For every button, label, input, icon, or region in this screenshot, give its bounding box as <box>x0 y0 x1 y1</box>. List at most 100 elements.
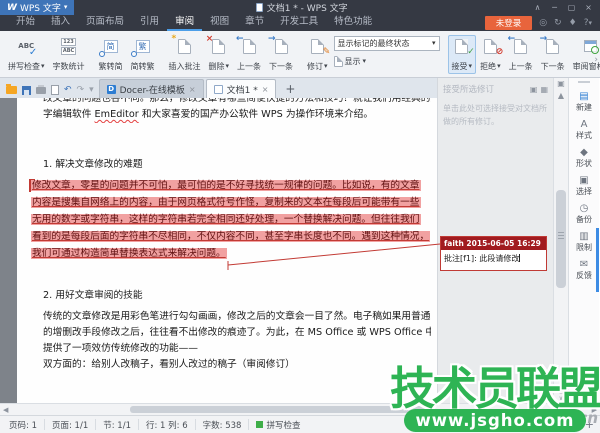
trad-to-simp-button[interactable]: 简 繁转简 <box>95 35 127 74</box>
close-tab-icon[interactable]: × <box>189 85 196 94</box>
sidebar-item[interactable]: ◷ 备份 <box>576 203 592 225</box>
maximize-button[interactable]: ▢ <box>563 0 580 15</box>
ribbon-expand-icon[interactable]: › <box>594 55 598 65</box>
menu-tab[interactable]: 视图 <box>202 15 237 31</box>
menu-tab[interactable]: 开发工具 <box>272 15 326 31</box>
previous-revision-button[interactable]: ← 上一条 <box>505 35 537 74</box>
tracked-change-line: 修改文章，零星的问题并不可怕，最可怕的是不好寻找统一规律的问题。比如说，有的文章 <box>31 177 437 194</box>
pane-view-icon[interactable]: ▦ <box>540 85 548 94</box>
scroll-right-icon[interactable]: ▶ <box>592 405 597 415</box>
menubar-right: 未登录 ◎ ↻ ♦ ?▾ <box>485 16 600 30</box>
sidebar-item[interactable]: ▤ 新建 <box>576 91 592 113</box>
status-line-column: 行: 1 列: 6 <box>139 419 196 430</box>
tracked-change-line: 我们可通过构造简单替换表达式来解决问题。 <box>31 245 437 262</box>
next-page-icon[interactable]: ∨ <box>559 395 563 402</box>
comment-balloon[interactable]: faith 2015-06-05 16:29 批注[f1]: 此段请修改 <box>440 236 547 271</box>
status-page-ratio: 页面: 1/1 <box>45 419 96 430</box>
new-tab-button[interactable]: + <box>278 82 302 98</box>
sidebar-collapse-handle[interactable] <box>578 81 590 83</box>
next-comment-icon: → <box>272 37 290 55</box>
menu-tabs: 开始插入页面布局引用审阅视图章节开发工具特色功能 <box>8 15 380 31</box>
sidebar-item-icon: ▥ <box>579 231 588 243</box>
spellcheck-status-icon <box>256 421 263 428</box>
sidebar-item-label: 选择 <box>576 187 592 197</box>
next-revision-button[interactable]: → 下一条 <box>537 35 569 74</box>
tab-docer-templates[interactable]: D Docer-在线模板 × <box>99 79 204 98</box>
skin-icon[interactable]: ♦ <box>569 19 577 28</box>
chevron-down-icon: ▾ <box>64 4 68 11</box>
tracked-change-block: 修改文章，零星的问题并不可怕，最可怕的是不好寻找统一规律的问题。比如说，有的文章… <box>31 177 437 262</box>
tracked-change-line: 看到的是每段后面的字符串不尽相同，不仅内容不同，甚至字串长度也不同。遇到这种情况… <box>31 228 437 245</box>
scroll-left-icon[interactable]: ◀ <box>3 405 8 415</box>
simp-to-trad-button[interactable]: 繁 简转繁 <box>127 35 159 74</box>
menu-tab[interactable]: 章节 <box>237 15 272 31</box>
print-icon[interactable] <box>36 87 46 94</box>
tab-document1[interactable]: 文档1 * × <box>206 79 277 98</box>
login-button[interactable]: 未登录 <box>485 16 533 30</box>
menu-tab[interactable]: 引用 <box>132 15 167 31</box>
vertical-scrollbar[interactable]: ▣ ▲ ▼ ∧ ○ ∨ <box>553 78 568 403</box>
undo-icon[interactable]: ↶ <box>64 86 72 95</box>
titlebar: W WPS 文字 ▾ 文档1 * - WPS 文字 ∧ ─ ▢ × <box>0 0 600 15</box>
menu-tab[interactable]: 审阅 <box>167 15 202 31</box>
help-icon[interactable]: ?▾ <box>584 19 592 28</box>
docer-icon: D <box>107 85 116 94</box>
horizontal-scrollbar[interactable]: ◀ ▶ <box>0 403 600 415</box>
pane-select-icon[interactable]: ▣ <box>530 85 538 94</box>
comment-text[interactable]: 批注[f1]: 此段请修改 <box>441 250 546 270</box>
insert-comment-button[interactable]: * 插入批注 <box>165 35 205 74</box>
close-tab-icon[interactable]: × <box>262 85 269 94</box>
document-page[interactable]: 改文章的问题也各不同。那么，修改文章有哪些简便快捷的方法和技巧？就让我们用经典的… <box>17 98 437 403</box>
message-icon[interactable]: ◎ <box>539 19 547 28</box>
update-icon[interactable]: ↻ <box>554 19 562 28</box>
spellcheck-button[interactable]: ABC✓ 拼写检查▾ <box>4 35 49 74</box>
status-spellcheck[interactable]: 拼写检查 <box>249 419 307 430</box>
browse-object-icon[interactable]: ○ <box>558 388 563 395</box>
sidebar-item-icon: A <box>581 119 588 131</box>
previous-comment-button[interactable]: ← 上一条 <box>233 35 265 74</box>
delete-comment-button[interactable]: × 删除▾ <box>205 35 234 74</box>
word-count-button[interactable]: 123ABC 字数统计 <box>49 35 89 74</box>
next-comment-button[interactable]: → 下一条 <box>265 35 297 74</box>
show-markup-icon <box>334 56 343 67</box>
open-file-icon[interactable] <box>6 86 17 94</box>
menu-tab[interactable]: 页面布局 <box>78 15 132 31</box>
reject-revision-button[interactable]: ⊘ 拒绝▾ <box>476 35 505 74</box>
qat-dropdown-icon[interactable]: ▾ <box>89 86 94 95</box>
paragraph-2: 传统的文章修改是用彩色笔进行勾勾画画，修改之后的文章会一目了然。电子稿如果用普通… <box>43 309 431 373</box>
zoom-in-button[interactable]: + <box>585 418 594 431</box>
sidebar-item[interactable]: ◆ 形状 <box>576 147 592 169</box>
save-icon[interactable] <box>22 86 31 95</box>
menu-tab[interactable]: 开始 <box>8 15 43 31</box>
sidebar-item[interactable]: ✉ 反馈 <box>576 259 592 281</box>
accept-revisions-hint[interactable]: 接受所选修订 ▣ ▦ 单击此处可选择接受对文档所做的所有修订。 <box>438 78 553 133</box>
menu-tab[interactable]: 插入 <box>43 15 78 31</box>
scroll-down-icon[interactable]: ▼ <box>559 374 564 381</box>
sidebar-item[interactable]: ▥ 限制 <box>576 231 592 253</box>
wps-writer-window: W WPS 文字 ▾ 文档1 * - WPS 文字 ∧ ─ ▢ × 开始插入页面… <box>0 0 600 433</box>
sidebar-item[interactable]: A 样式 <box>576 119 592 141</box>
insert-comment-icon: * <box>176 37 194 55</box>
vertical-scroll-thumb[interactable] <box>556 190 566 288</box>
accept-revision-button[interactable]: ✓ 接受▾ <box>448 35 477 74</box>
menu-tab[interactable]: 特色功能 <box>326 15 380 31</box>
markup-state-combobox[interactable]: 显示标记的最终状态▾ <box>334 36 440 51</box>
track-changes-button[interactable]: ✎ 修订▾ <box>303 35 332 74</box>
fit-page-icon[interactable]: ▣ <box>557 78 565 90</box>
simp-to-trad-icon: 繁 <box>134 37 152 55</box>
paragraph-intro-clipped: 改文章的问题也各不同。那么，修改文章有哪些简便快捷的方法和技巧？就让我们用经典的… <box>43 98 431 107</box>
document-column: ↶ ↷ ▾ D Docer-在线模板 × 文档1 * × + <box>0 78 437 403</box>
document-canvas[interactable]: 改文章的问题也各不同。那么，修改文章有哪些简便快捷的方法和技巧？就让我们用经典的… <box>0 98 437 403</box>
app-menu-button[interactable]: W WPS 文字 ▾ <box>0 0 74 15</box>
scroll-up-icon[interactable]: ▲ <box>558 90 564 102</box>
print-preview-icon[interactable] <box>51 85 59 95</box>
previous-page-icon[interactable]: ∧ <box>559 381 563 388</box>
status-word-count[interactable]: 字数: 538 <box>196 419 250 430</box>
show-markup-button[interactable]: 显示▾ <box>334 56 440 67</box>
close-button[interactable]: × <box>580 0 597 15</box>
minimize-button[interactable]: ─ <box>546 0 563 15</box>
collapse-ribbon-button[interactable]: ∧ <box>529 0 546 15</box>
horizontal-scroll-thumb[interactable] <box>130 406 430 413</box>
sidebar-item[interactable]: ▣ 选择 <box>576 175 592 197</box>
redo-icon[interactable]: ↷ <box>77 86 85 95</box>
